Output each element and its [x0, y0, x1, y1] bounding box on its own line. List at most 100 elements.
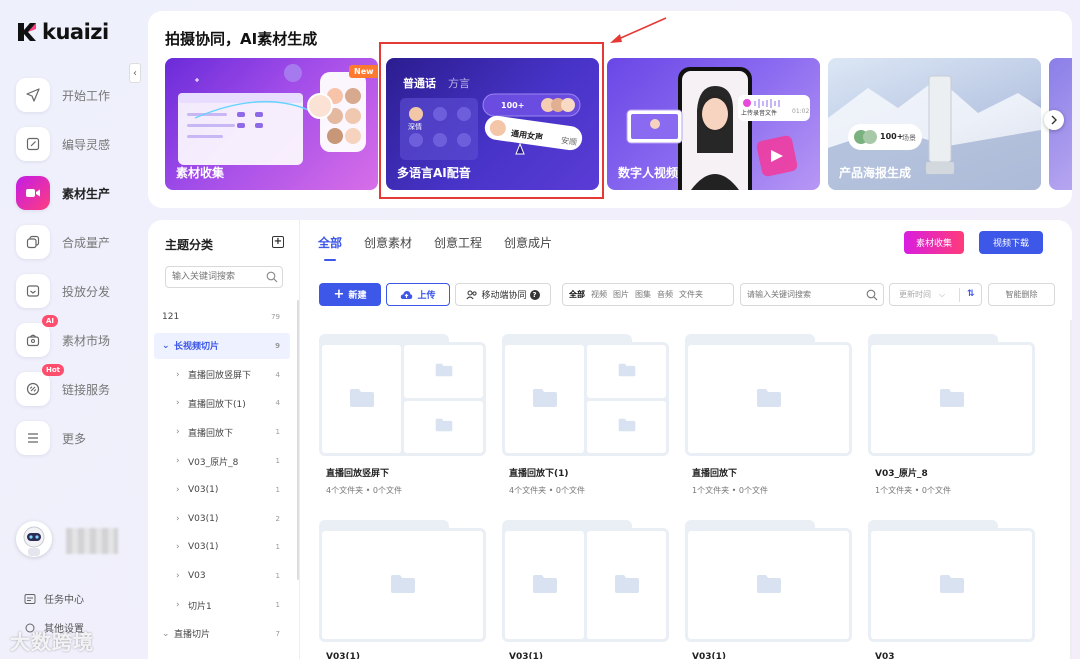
brand-logo[interactable]: kuaizi [16, 20, 109, 44]
chevron-right-icon [1051, 115, 1057, 125]
task-center-link[interactable]: 任务中心 [24, 591, 84, 606]
folder-thumb [587, 531, 666, 639]
sidebar-item-more[interactable]: 更多 [16, 420, 134, 456]
filter-all[interactable]: 全部 [569, 289, 585, 300]
filter-audio[interactable]: 音频 [657, 289, 673, 300]
mobile-collab-button[interactable]: 移动端协同 ? [455, 283, 551, 306]
chevron-right-icon[interactable]: › [176, 571, 188, 581]
tree-row[interactable]: › 直播回放下(1) 4 [154, 390, 290, 416]
carousel-next-button[interactable] [1044, 110, 1064, 130]
card-product-poster[interactable]: 100+ 场景 产品海报生成 [828, 58, 1041, 190]
folder-card[interactable]: V03 [868, 520, 1035, 659]
tree-row[interactable]: › V03 1 [154, 563, 290, 589]
sidebar-item-material-production[interactable]: 素材生产 [16, 175, 134, 211]
folder-icon [435, 418, 453, 435]
help-icon[interactable]: ? [529, 289, 540, 300]
chevron-right-icon[interactable]: › [176, 370, 188, 380]
tree-row[interactable]: › 切片1 1 [154, 592, 290, 618]
sidebar-item-start-work[interactable]: 开始工作 [16, 77, 134, 113]
folder-body [502, 342, 669, 456]
chevron-right-icon[interactable]: › [176, 600, 188, 610]
video-download-button[interactable]: 视频下载 [979, 231, 1043, 254]
card-digital-human-video[interactable]: 上传录音文件 01:02 数字人视频 [607, 58, 820, 190]
sidebar: kuaizi ‹ 开始工作 编导灵感 素材生产 合成量产 投放分发 AI 素材市… [0, 0, 141, 659]
folder-thumb [505, 531, 584, 639]
tab-creative-output[interactable]: 创意成片 [504, 234, 552, 261]
folder-name: V03_原片_8 [875, 469, 928, 479]
tab-all[interactable]: 全部 [318, 234, 342, 261]
chevron-down-icon[interactable]: ⌄ [162, 341, 174, 351]
tree-row[interactable]: › 直播回放竖屏下 4 [154, 362, 290, 388]
card-material-collect[interactable]: New 素材收集 [165, 58, 378, 190]
folder-card[interactable]: 直播回放竖屏下 4个文件夹 • 0个文件 [319, 334, 486, 496]
folder-card[interactable]: 直播回放下 1个文件夹 • 0个文件 [685, 334, 852, 496]
upload-button[interactable]: 上传 [386, 283, 450, 306]
sidebar-item-material-market[interactable]: AI 素材市场 [16, 315, 134, 358]
chevron-right-icon[interactable]: › [176, 514, 188, 524]
card-label: 素材收集 [176, 166, 225, 180]
new-badge: New [349, 65, 378, 78]
search-icon[interactable] [266, 271, 278, 283]
mobile-collab-label: 移动端协同 [481, 291, 527, 301]
video-camera-icon [16, 176, 50, 210]
folder-body [868, 342, 1035, 456]
tab-creative-project[interactable]: 创意工程 [434, 234, 482, 261]
chevron-right-icon[interactable]: › [176, 456, 188, 466]
search-icon[interactable] [866, 289, 878, 301]
add-topic-button[interactable]: + [272, 236, 284, 248]
new-button[interactable]: + 新建 [319, 283, 381, 306]
chevron-down-icon[interactable]: ⌄ [162, 629, 174, 639]
sort-direction-icon[interactable]: ⇅ [967, 289, 975, 299]
folder-body [319, 528, 486, 642]
folder-icon [618, 418, 636, 435]
folder-thumb [322, 345, 401, 453]
tree-row[interactable]: › V03_原片_8 1 [154, 448, 290, 474]
main-scrollbar[interactable] [1070, 320, 1072, 659]
scene-count: 100+ [880, 132, 904, 141]
tree-row[interactable]: › 直播回放下 1 [154, 419, 290, 445]
filter-video[interactable]: 视频 [591, 289, 607, 300]
tree-row[interactable]: › V03(1) 1 [154, 477, 290, 503]
annotation-highlight-box [379, 42, 604, 199]
tree-row[interactable]: ⌄ 直播切片 7 [154, 621, 290, 647]
sidebar-item-label: 开始工作 [62, 88, 111, 103]
tab-creative-material[interactable]: 创意素材 [364, 234, 412, 261]
filter-album[interactable]: 图集 [635, 289, 651, 300]
folder-card[interactable]: V03_原片_8 1个文件夹 • 0个文件 [868, 334, 1035, 496]
filter-folder[interactable]: 文件夹 [679, 289, 703, 300]
tree-row[interactable]: ⌄ 长视频切片 9 [154, 332, 290, 359]
folder-card[interactable]: V03(1) [319, 520, 486, 659]
sidebar-item-link-service[interactable]: Hot 链接服务 [16, 364, 134, 407]
tree-row-count: 79 [271, 313, 280, 321]
folder-icon [939, 388, 965, 411]
folder-icon [390, 574, 416, 597]
tree-title: 主题分类 [165, 238, 214, 252]
chevron-right-icon[interactable]: › [176, 427, 188, 437]
folder-shape [868, 520, 1035, 642]
sidebar-item-distribution[interactable]: 投放分发 [16, 273, 134, 309]
folder-card[interactable]: 直播回放下(1) 4个文件夹 • 0个文件 [502, 334, 669, 496]
chevron-right-icon[interactable]: › [176, 485, 188, 495]
folder-preview [688, 531, 849, 639]
chevron-right-icon[interactable]: › [176, 398, 188, 408]
smart-delete-button[interactable]: 智能删除 [988, 283, 1055, 306]
folder-card[interactable]: V03(1) [502, 520, 669, 659]
tree-row[interactable]: › V03(1) 1 [154, 534, 290, 560]
material-collect-button[interactable]: 素材收集 [904, 231, 964, 254]
filter-image[interactable]: 图片 [613, 289, 629, 300]
tree-row[interactable]: 121 79 [154, 304, 290, 330]
keyword-search-input[interactable] [747, 284, 863, 305]
sidebar-item-label: 编导灵感 [62, 137, 111, 152]
chevron-right-icon[interactable]: › [176, 542, 188, 552]
sort-select[interactable]: 更新时间 ⌵ ⇅ [889, 283, 982, 306]
folder-thumb [404, 345, 483, 398]
folder-card[interactable]: V03(1) [685, 520, 852, 659]
sidebar-item-mass-production[interactable]: 合成量产 [16, 224, 134, 260]
upload-audio-label: 上传录音文件 [741, 110, 778, 117]
audio-duration: 01:02 [792, 108, 810, 115]
sidebar-item-inspiration[interactable]: 编导灵感 [16, 126, 134, 162]
tree-row[interactable]: › V03(1) 2 [154, 506, 290, 532]
tree-row-label: 长视频切片 [174, 342, 220, 353]
tree-search-input[interactable] [172, 267, 268, 287]
avatar[interactable] [16, 521, 52, 557]
